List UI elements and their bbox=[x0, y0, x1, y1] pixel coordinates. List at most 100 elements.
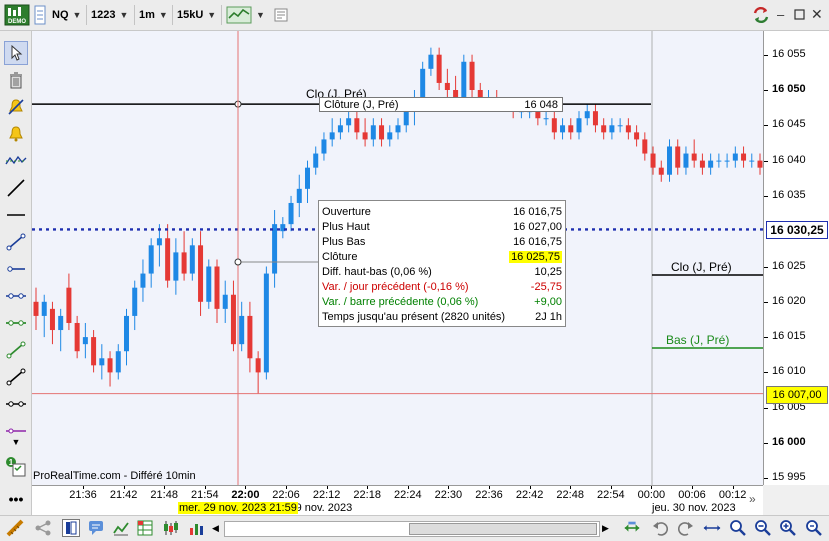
time-axis[interactable]: mer. 29 nov. 2023 jeu. 30 nov. 2023 mer.… bbox=[32, 485, 763, 516]
volume-bars-icon bbox=[190, 524, 203, 535]
info-row-label: Plus Bas bbox=[322, 235, 366, 248]
share-tool[interactable] bbox=[34, 519, 52, 537]
candle-body bbox=[683, 153, 689, 168]
alert-tool[interactable] bbox=[4, 122, 28, 146]
alert-crossed-tool[interactable] bbox=[4, 95, 28, 119]
instrument-dropdown[interactable]: NQ ▼ bbox=[52, 4, 81, 25]
candle-body bbox=[634, 132, 640, 140]
candle-body bbox=[198, 245, 204, 302]
layout-button[interactable] bbox=[62, 519, 80, 537]
scroll-down-button[interactable]: ▼ bbox=[4, 435, 28, 449]
candle-body bbox=[181, 252, 187, 274]
candle-body bbox=[321, 139, 327, 154]
close-button[interactable]: ✕ bbox=[811, 4, 823, 25]
black-segment-icon bbox=[6, 368, 26, 386]
candle-body bbox=[403, 111, 409, 126]
chart-style-dropdown[interactable]: ▼ bbox=[226, 4, 265, 25]
zoom-select-button[interactable] bbox=[729, 519, 747, 537]
scroll-right-icon[interactable]: » bbox=[749, 492, 756, 506]
undo-button[interactable] bbox=[651, 519, 669, 537]
segment-tool[interactable] bbox=[4, 230, 28, 254]
info-row-value: 16 027,00 bbox=[513, 220, 562, 233]
more-icon: ••• bbox=[8, 491, 24, 507]
candle-body bbox=[617, 125, 623, 127]
time-tick-label: 21:54 bbox=[191, 489, 219, 501]
info-row-label: Plus Haut bbox=[322, 220, 370, 233]
price-tick bbox=[764, 54, 768, 56]
candle-body bbox=[206, 266, 212, 302]
candle-body bbox=[568, 125, 574, 133]
fit-to-screen-button[interactable] bbox=[623, 519, 641, 537]
candle-body bbox=[560, 125, 566, 133]
refresh-button[interactable] bbox=[751, 4, 771, 25]
period-dropdown[interactable]: 1m ▼ bbox=[139, 4, 168, 25]
horizontal-line-tool[interactable] bbox=[4, 203, 28, 227]
candle-body bbox=[601, 125, 607, 133]
undo-icon bbox=[653, 522, 668, 536]
table-button[interactable] bbox=[136, 519, 154, 537]
trash-icon bbox=[10, 72, 22, 89]
green-segment-tool[interactable] bbox=[4, 338, 28, 362]
candle-body bbox=[642, 139, 648, 154]
price-tick bbox=[764, 478, 768, 480]
price-axis[interactable]: 16 055 16 050 16 045 16 040 16 035 16 025 16 0… bbox=[763, 31, 829, 485]
maximize-button[interactable] bbox=[794, 4, 805, 25]
chevron-down-icon: ▼ bbox=[207, 9, 217, 20]
volume-button[interactable] bbox=[188, 519, 206, 537]
demo-badge-icon[interactable]: DEMO bbox=[4, 4, 30, 25]
trendline-tool[interactable] bbox=[4, 176, 28, 200]
ticks-dropdown[interactable]: 15kU ▼ bbox=[177, 4, 216, 25]
candle-body bbox=[115, 351, 121, 373]
candle-body bbox=[757, 160, 763, 168]
ruler-tool[interactable] bbox=[6, 519, 24, 537]
delete-tool[interactable] bbox=[4, 68, 28, 92]
info-row: Clôture 16 025,75 bbox=[322, 249, 562, 264]
info-pointer-handle bbox=[234, 258, 242, 266]
redo-button[interactable] bbox=[677, 519, 695, 537]
ticks-label: 15kU bbox=[177, 8, 204, 21]
info-row-value: 2J 1h bbox=[535, 310, 562, 323]
properties-button[interactable] bbox=[274, 4, 288, 25]
ray-tool[interactable] bbox=[4, 257, 28, 281]
candle-body bbox=[66, 287, 72, 323]
triangle-left-icon: ◀ bbox=[212, 522, 219, 533]
indicators-button[interactable] bbox=[112, 519, 130, 537]
black-level-tool[interactable] bbox=[4, 392, 28, 416]
time-tick-label: 22:36 bbox=[475, 489, 503, 501]
zoom-range-button[interactable] bbox=[703, 519, 721, 537]
chat-button[interactable] bbox=[88, 519, 106, 537]
time-tick-label: 22:06 bbox=[272, 489, 300, 501]
scroll-left-button[interactable]: ◀ bbox=[212, 520, 222, 536]
minimize-button[interactable]: – bbox=[777, 4, 784, 25]
more-tools-button[interactable]: ••• bbox=[4, 487, 28, 511]
black-segment-tool[interactable] bbox=[4, 365, 28, 389]
objects-list-tool[interactable]: 1 bbox=[4, 455, 28, 479]
watermark-text: ProRealTime.com - Différé 10min bbox=[33, 470, 196, 482]
zoom-out-button[interactable] bbox=[754, 519, 772, 537]
candles-button[interactable] bbox=[162, 519, 180, 537]
list-toggle-button[interactable] bbox=[34, 4, 46, 25]
scroll-right-button[interactable]: ▶ bbox=[602, 520, 612, 536]
objects-list-icon: 1 bbox=[6, 457, 26, 477]
time-tick bbox=[529, 486, 531, 489]
time-tick bbox=[83, 486, 84, 489]
horizontal-scrollbar-track[interactable] bbox=[224, 521, 600, 537]
candle-body bbox=[124, 315, 129, 352]
info-row-label: Diff. haut-bas (0,06 %) bbox=[322, 265, 432, 278]
price-tick-label: 16 045 bbox=[772, 118, 806, 131]
chart-area[interactable]: ProRealTime.com - Différé 10min Clo (J, … bbox=[32, 31, 763, 485]
green-level-tool[interactable] bbox=[4, 311, 28, 335]
zoom-reset-button[interactable] bbox=[805, 519, 823, 537]
info-row-label: Temps jusqu'au présent (2820 unités) bbox=[322, 310, 506, 323]
candle-body bbox=[33, 301, 39, 316]
horizontal-scrollbar-thumb[interactable] bbox=[409, 523, 597, 535]
cursor-tool[interactable] bbox=[4, 41, 28, 65]
time-tick bbox=[651, 486, 653, 489]
zoom-in-button[interactable] bbox=[779, 519, 797, 537]
candle-body bbox=[41, 301, 47, 316]
level-tool[interactable] bbox=[4, 284, 28, 308]
candle-body bbox=[313, 153, 319, 168]
units-dropdown[interactable]: 1223 ▼ bbox=[91, 4, 128, 25]
indicator-tool[interactable] bbox=[4, 149, 28, 173]
time-tick-label: 00:12 bbox=[718, 489, 747, 501]
